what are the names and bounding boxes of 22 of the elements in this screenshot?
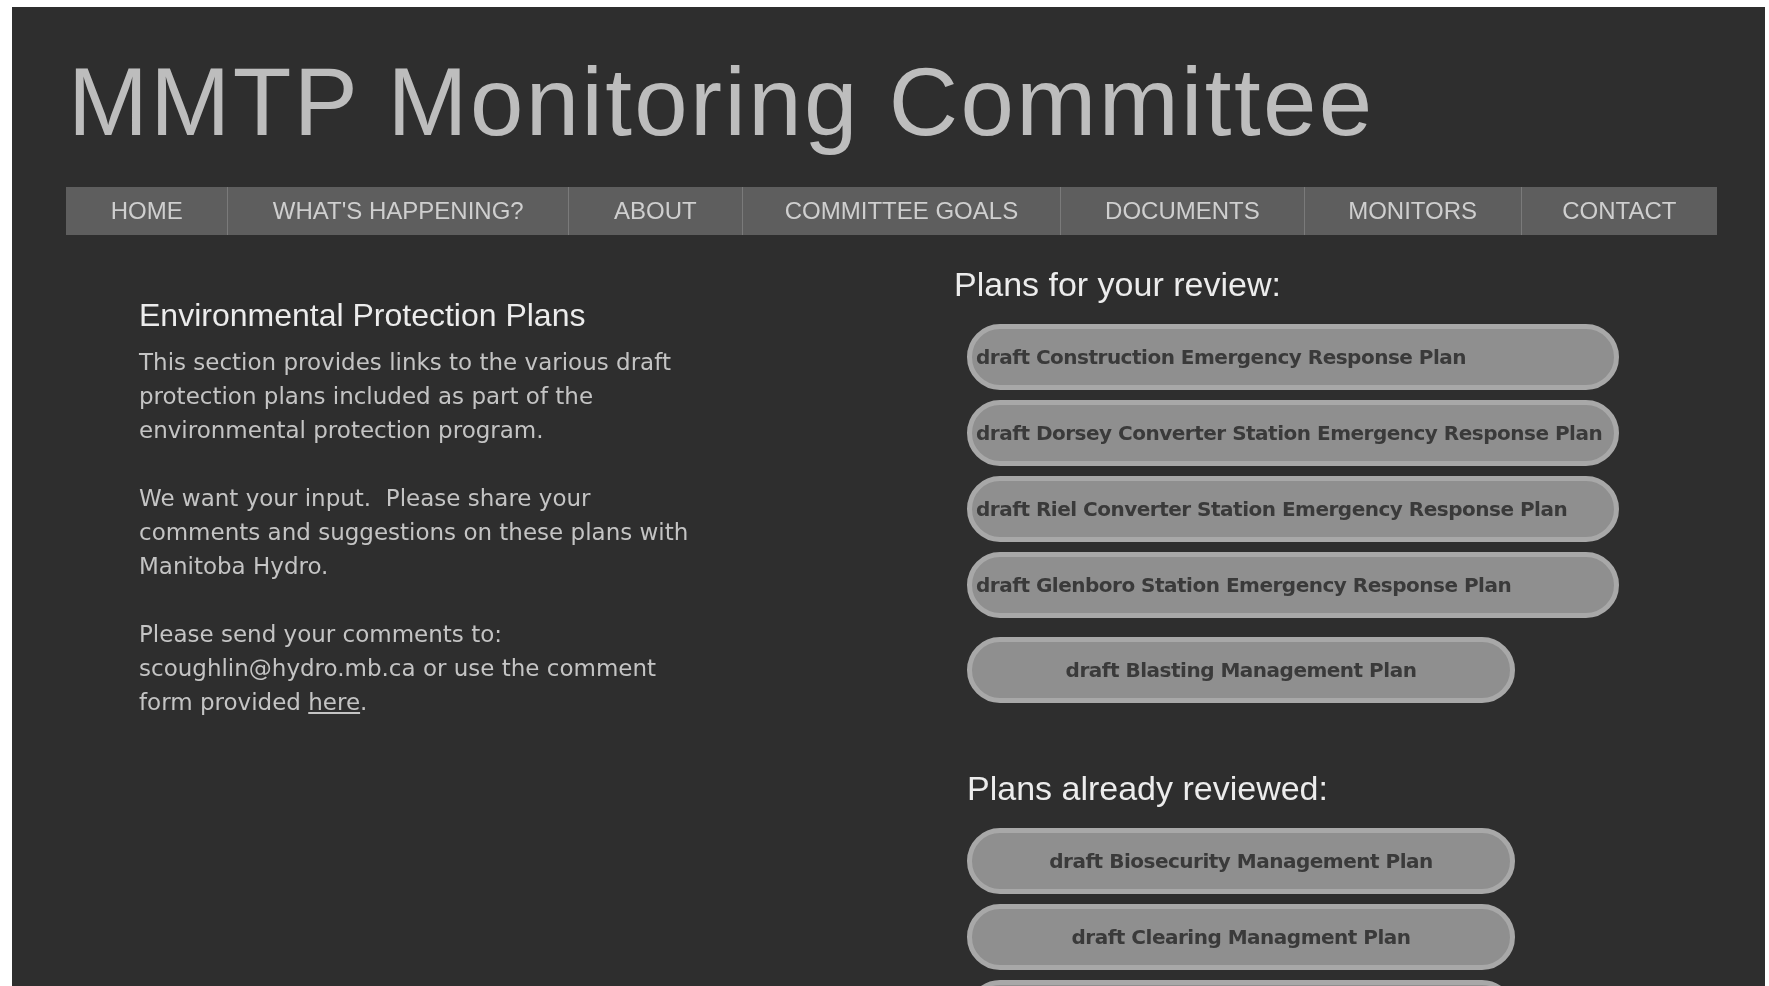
nav-link[interactable]: COMMITTEE GOALS <box>741 187 1061 235</box>
nav-link[interactable]: WHAT'S HAPPENING? <box>227 187 569 235</box>
plan-button[interactable]: draft Dorsey Converter Station Emergency Response Plan <box>967 400 1619 466</box>
nav-link[interactable]: DOCUMENTS <box>1060 187 1304 235</box>
nav-link[interactable]: MONITORS <box>1303 187 1521 235</box>
paragraph: We want your input. Please share your comments and suggestions on these plans with Manitoba Hydro. <box>139 484 690 581</box>
here-link[interactable]: here <box>308 689 361 715</box>
plan-button[interactable]: draft Blasting Management Plan <box>967 637 1515 703</box>
plan-button[interactable]: draft Riel Converter Station Emergency Response Plan <box>967 476 1619 542</box>
paragraph: This section provides links to the various draft protection plans included as part of the environmental protection program. <box>139 348 672 445</box>
nav-link[interactable]: HOME <box>66 187 228 235</box>
plan-button[interactable]: draft Clearing Managment Plan <box>967 904 1515 970</box>
paragraph: Please send your comments to: scoughlin@hydro.mb.ca or use the comment form provided here. <box>139 620 658 717</box>
plan-button[interactable]: draft Glenboro Station Emergency Response Plan <box>967 552 1619 618</box>
section-heading: Plans for your review: <box>954 264 1282 305</box>
section-heading: Plans already reviewed: <box>967 768 1329 809</box>
site-title: MMTP Monitoring Committee <box>67 47 1376 157</box>
section-heading: Environmental Protection Plans <box>139 296 587 335</box>
plan-button[interactable]: draft Construction Emergency Response Plan <box>967 324 1619 390</box>
nav-link[interactable]: ABOUT <box>568 187 742 235</box>
nav-link[interactable]: CONTACT <box>1520 187 1717 235</box>
plan-button[interactable]: draft Biosecurity Management Plan <box>967 828 1515 894</box>
